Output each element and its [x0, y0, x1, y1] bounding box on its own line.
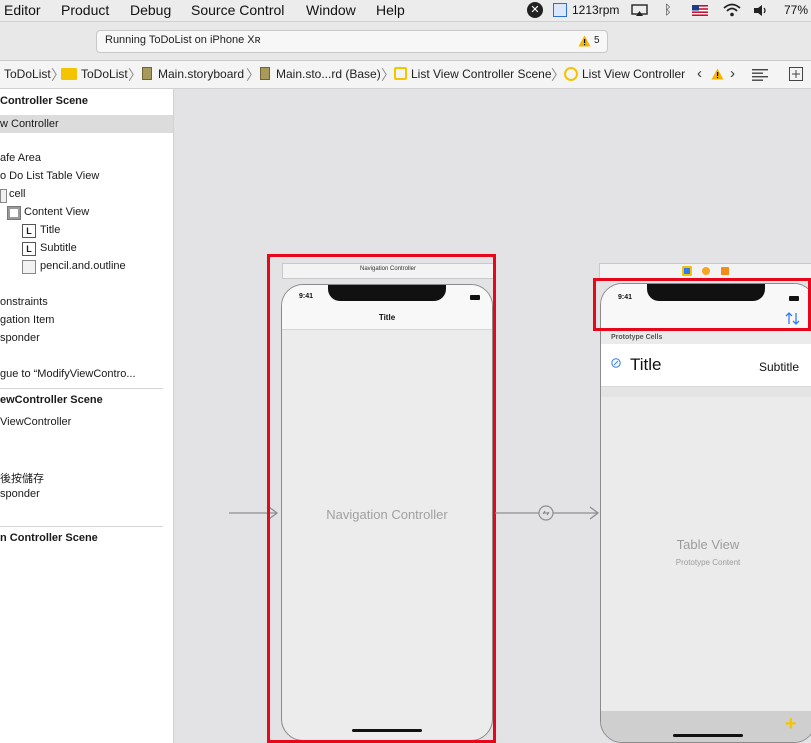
volume-icon[interactable]: [753, 4, 769, 17]
xcode-toolbar: Running ToDoList on iPhone Xʀ 5: [0, 22, 811, 61]
outline-item-image-view[interactable]: pencil.and.outline: [0, 260, 173, 278]
cpu-monitor-icon[interactable]: [553, 3, 567, 17]
outline-scene-header[interactable]: Controller Scene: [0, 95, 88, 113]
activity-status-text: Running ToDoList on iPhone Xʀ: [105, 34, 261, 46]
label-icon: L: [22, 242, 36, 256]
outline-item-label: w Controller: [0, 118, 59, 130]
highlight-navigation-controller: [267, 254, 496, 743]
status-x-icon[interactable]: ✕: [527, 2, 543, 18]
outline-item-segue[interactable]: gue to “ModifyViewContro...: [0, 368, 136, 386]
first-responder-dock-icon[interactable]: [702, 267, 710, 275]
scene-icon: [394, 67, 407, 80]
breadcrumb-separator: 〉: [128, 67, 142, 83]
outline-item-label: pencil.and.outline: [40, 260, 126, 272]
wifi-icon[interactable]: [723, 3, 741, 17]
menu-debug[interactable]: Debug: [130, 2, 171, 18]
issue-warning-icon[interactable]: [711, 68, 724, 80]
outline-divider: [0, 388, 163, 389]
outline-scene-header[interactable]: n Controller Scene: [0, 532, 98, 550]
breadcrumb-storyboard[interactable]: Main.storyboard: [158, 67, 244, 81]
table-cell-icon: [0, 189, 7, 203]
outline-scene-header[interactable]: ewController Scene: [0, 394, 103, 412]
folder-icon: [61, 68, 77, 80]
view-controller-icon: [564, 67, 578, 81]
chevron-right-icon[interactable]: ›: [730, 65, 735, 82]
add-button-icon[interactable]: +: [785, 713, 797, 736]
scene-dock[interactable]: [599, 263, 811, 279]
outline-item-first-responder[interactable]: sponder: [0, 332, 40, 350]
warning-icon: [578, 35, 591, 47]
image-view-icon: [22, 260, 36, 274]
menu-help[interactable]: Help: [376, 2, 405, 18]
breadcrumb-project[interactable]: ToDoList: [4, 67, 51, 81]
outline-item-view-controller[interactable]: w Controller: [0, 115, 173, 133]
outline-item-label: Title: [40, 224, 61, 236]
menu-source-control[interactable]: Source Control: [191, 2, 284, 18]
editor-options-icon[interactable]: [752, 68, 768, 81]
breadcrumb-storyboard-base[interactable]: Main.sto...rd (Base): [276, 67, 381, 81]
outline-item-navigation-item[interactable]: gation Item: [0, 314, 54, 332]
outline-item-label: Subtitle: [40, 242, 77, 254]
fan-rpm-readout[interactable]: 1213rpm: [572, 3, 619, 17]
warning-count[interactable]: 5: [594, 35, 600, 46]
add-editor-icon[interactable]: [789, 67, 803, 81]
menu-editor[interactable]: Editor: [4, 2, 41, 18]
pencil-outline-icon: [611, 358, 621, 368]
outline-item-label: Content View: [24, 206, 90, 218]
table-view-placeholder-label: Table View: [676, 537, 740, 552]
bluetooth-icon[interactable]: ᛒ: [664, 2, 672, 17]
breadcrumb-folder[interactable]: ToDoList: [81, 67, 128, 81]
outline-item-title-label[interactable]: L Title: [0, 224, 173, 242]
storyboard-base-icon: [260, 67, 270, 80]
prototype-cell[interactable]: Title Subtitle: [601, 344, 811, 387]
breadcrumb-separator: 〉: [381, 67, 395, 83]
battery-percent[interactable]: 77%: [784, 3, 808, 17]
chevron-left-icon[interactable]: ‹: [697, 65, 702, 82]
document-outline: Controller Scene w Controller afe Area o…: [0, 89, 174, 743]
menu-bar: Editor Product Debug Source Control Wind…: [0, 0, 811, 22]
toolbar: +: [601, 711, 811, 742]
outline-item-subtitle-label[interactable]: L Subtitle: [0, 242, 173, 260]
outline-item-table-view[interactable]: o Do List Table View: [0, 170, 99, 188]
outline-item-label: cell: [9, 188, 26, 200]
outline-item-constraints[interactable]: onstraints: [0, 296, 48, 314]
label-icon: L: [22, 224, 36, 238]
breadcrumb-separator: 〉: [246, 67, 260, 83]
menu-window[interactable]: Window: [306, 2, 356, 18]
exit-dock-icon[interactable]: [721, 267, 729, 275]
view-controller-dock-icon[interactable]: [682, 266, 692, 276]
outline-item-safe-area[interactable]: afe Area: [0, 152, 41, 170]
prototype-cells-label: Prototype Cells: [611, 334, 663, 341]
relationship-segue-arrow: [495, 505, 600, 521]
airplay-icon[interactable]: [631, 4, 648, 17]
content-view-icon: [7, 206, 21, 220]
jump-bar: ToDoList 〉 ToDoList 〉 Main.storyboard 〉 …: [0, 61, 811, 89]
prototype-content-label: Prototype Content: [675, 558, 741, 567]
outline-item-content-view[interactable]: Content View: [0, 206, 173, 224]
cell-subtitle-label[interactable]: Subtitle: [759, 360, 799, 374]
breadcrumb-scene[interactable]: List View Controller Scene: [411, 67, 552, 81]
us-flag-icon[interactable]: [692, 5, 708, 16]
table-separator-band: [601, 387, 811, 397]
breadcrumb-separator: 〉: [551, 67, 565, 83]
highlight-list-nav-bar: [593, 278, 811, 331]
menu-product[interactable]: Product: [61, 2, 109, 18]
list-view-controller-frame[interactable]: 9:41 Prototype Cells Title Subtitle Tabl…: [600, 283, 811, 743]
breadcrumb-view-controller[interactable]: List View Controller: [582, 67, 685, 81]
outline-item-bar-button[interactable]: 後按儲存: [0, 470, 44, 488]
activity-viewer[interactable]: Running ToDoList on iPhone Xʀ 5: [96, 30, 608, 53]
storyboard-canvas[interactable]: Navigation Controller 9:41 Title Navigat…: [174, 89, 811, 743]
outline-item-view-controller[interactable]: ViewController: [0, 416, 71, 434]
home-indicator: [673, 734, 743, 737]
cell-title-label[interactable]: Title: [630, 355, 662, 375]
outline-divider: [0, 526, 163, 527]
outline-item-first-responder[interactable]: sponder: [0, 488, 40, 506]
storyboard-file-icon: [142, 67, 152, 80]
